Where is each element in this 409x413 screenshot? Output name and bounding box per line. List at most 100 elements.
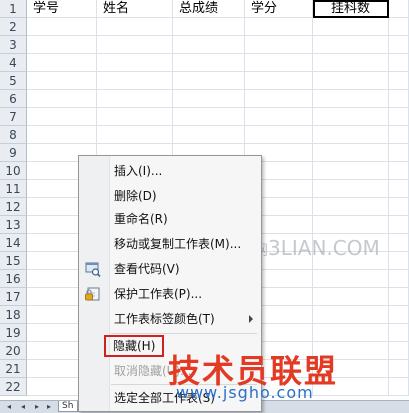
cell[interactable]	[97, 54, 173, 72]
cell[interactable]	[245, 36, 313, 54]
row-number[interactable]: 19	[0, 324, 27, 342]
cell-credits-header[interactable]: 学分	[245, 0, 313, 18]
row-number[interactable]: 6	[0, 90, 27, 108]
sheet-tab[interactable]: Sh	[58, 401, 78, 412]
row-number[interactable]: 12	[0, 198, 27, 216]
row-number[interactable]: 3	[0, 36, 27, 54]
cell[interactable]	[27, 36, 97, 54]
cell[interactable]	[27, 72, 97, 90]
row-number[interactable]: 15	[0, 252, 27, 270]
row-number[interactable]: 14	[0, 234, 27, 252]
cell[interactable]	[173, 18, 245, 36]
cell[interactable]	[27, 126, 97, 144]
cell[interactable]	[389, 36, 409, 54]
first-sheet-icon[interactable]: ◂	[4, 402, 14, 411]
cell[interactable]	[245, 90, 313, 108]
cell[interactable]	[389, 144, 409, 162]
cell[interactable]	[313, 216, 389, 234]
cell[interactable]	[313, 90, 389, 108]
cell[interactable]	[313, 36, 389, 54]
cell[interactable]	[313, 180, 389, 198]
cell[interactable]	[245, 18, 313, 36]
cell[interactable]	[313, 72, 389, 90]
cell[interactable]	[313, 144, 389, 162]
cell[interactable]	[389, 288, 409, 306]
cell[interactable]	[389, 270, 409, 288]
row-number[interactable]: 7	[0, 108, 27, 126]
menu-item-tab-color[interactable]: 工作表标签颜色(T)	[79, 308, 261, 330]
cell-total-score-header[interactable]: 总成绩	[173, 0, 245, 18]
cell[interactable]	[313, 306, 389, 324]
cell[interactable]	[27, 18, 97, 36]
cell[interactable]	[389, 90, 409, 108]
cell[interactable]	[97, 36, 173, 54]
cell[interactable]	[389, 198, 409, 216]
cell-student-id-header[interactable]: 学号	[27, 0, 97, 18]
cell[interactable]	[97, 18, 173, 36]
last-sheet-icon[interactable]: ▸	[44, 402, 54, 411]
row-number[interactable]: 21	[0, 360, 27, 378]
menu-item-delete[interactable]: 删除(D)	[79, 185, 261, 207]
row-number[interactable]: 4	[0, 54, 27, 72]
cell[interactable]	[313, 126, 389, 144]
row-number[interactable]: 13	[0, 216, 27, 234]
row-number[interactable]: 11	[0, 180, 27, 198]
cell[interactable]	[389, 234, 409, 252]
cell[interactable]	[245, 72, 313, 90]
row-number[interactable]: 9	[0, 144, 27, 162]
cell[interactable]	[173, 72, 245, 90]
menu-item-protect-sheet[interactable]: 保护工作表(P)...	[79, 283, 261, 305]
cell[interactable]	[389, 306, 409, 324]
cell[interactable]	[97, 126, 173, 144]
cell[interactable]	[313, 108, 389, 126]
cell[interactable]	[313, 270, 389, 288]
cell[interactable]	[313, 54, 389, 72]
cell-name-header[interactable]: 姓名	[97, 0, 173, 18]
cell[interactable]	[173, 108, 245, 126]
cell[interactable]	[389, 180, 409, 198]
cell[interactable]	[97, 108, 173, 126]
cell[interactable]	[389, 378, 409, 396]
cell[interactable]	[173, 36, 245, 54]
menu-item-insert[interactable]: 插入(I)...	[79, 160, 261, 182]
cell[interactable]	[173, 54, 245, 72]
cell[interactable]	[245, 54, 313, 72]
cell[interactable]	[245, 126, 313, 144]
cell[interactable]	[313, 162, 389, 180]
cell[interactable]	[97, 90, 173, 108]
cell[interactable]	[389, 54, 409, 72]
row-number[interactable]: 8	[0, 126, 27, 144]
cell[interactable]	[389, 18, 409, 36]
cell[interactable]	[173, 90, 245, 108]
cell[interactable]	[313, 324, 389, 342]
cell[interactable]	[313, 288, 389, 306]
cell[interactable]	[389, 108, 409, 126]
row-number[interactable]: 5	[0, 72, 27, 90]
cell[interactable]	[173, 126, 245, 144]
row-number[interactable]: 10	[0, 162, 27, 180]
row-number[interactable]: 2	[0, 18, 27, 36]
menu-item-view-code[interactable]: 查看代码(V)	[79, 258, 261, 280]
menu-item-move-copy[interactable]: 移动或复制工作表(M)...	[79, 233, 261, 255]
cell[interactable]	[389, 360, 409, 378]
cell[interactable]	[389, 162, 409, 180]
cell[interactable]	[389, 72, 409, 90]
cell[interactable]	[97, 72, 173, 90]
cell-failed-count-header[interactable]: 挂科数	[313, 0, 389, 18]
row-number[interactable]: 22	[0, 378, 27, 396]
cell[interactable]	[27, 90, 97, 108]
next-sheet-icon[interactable]: ▸	[32, 402, 42, 411]
cell[interactable]	[27, 108, 97, 126]
cell[interactable]	[245, 108, 313, 126]
cell[interactable]	[389, 252, 409, 270]
menu-item-rename[interactable]: 重命名(R)	[79, 208, 261, 230]
cell[interactable]	[313, 18, 389, 36]
cell[interactable]	[389, 216, 409, 234]
cell[interactable]	[313, 198, 389, 216]
row-number[interactable]: 17	[0, 288, 27, 306]
cell[interactable]	[27, 54, 97, 72]
cell[interactable]	[389, 0, 409, 18]
cell[interactable]	[389, 342, 409, 360]
prev-sheet-icon[interactable]: ◂	[18, 402, 28, 411]
cell[interactable]	[389, 126, 409, 144]
